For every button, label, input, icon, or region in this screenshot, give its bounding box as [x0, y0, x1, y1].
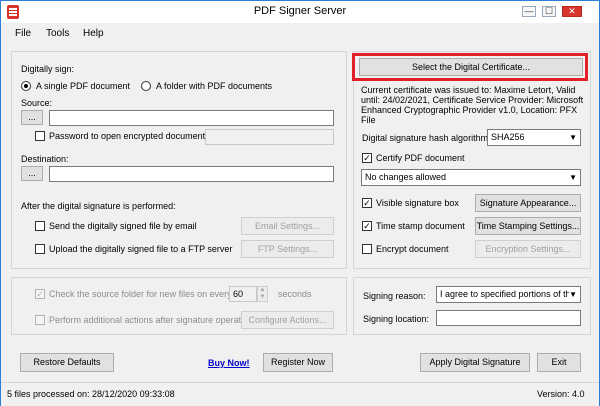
- status-text: 5 files processed on: 28/12/2020 09:33:0…: [7, 389, 175, 399]
- additional-actions-checkbox[interactable]: [35, 315, 45, 325]
- menu-help[interactable]: Help: [83, 28, 104, 39]
- email-label: Send the digitally signed file by email: [49, 221, 197, 231]
- email-settings-button[interactable]: Email Settings...: [241, 217, 334, 235]
- destination-input[interactable]: [49, 166, 334, 182]
- select-certificate-button[interactable]: Select the Digital Certificate...: [359, 58, 583, 76]
- check-folder-checkbox[interactable]: ✓: [35, 289, 45, 299]
- menu-tools[interactable]: Tools: [46, 28, 69, 39]
- hash-algorithm-value: SHA256: [491, 132, 525, 142]
- signature-appearance-button[interactable]: Signature Appearance...: [475, 194, 581, 212]
- ftp-label: Upload the digitally signed file to a FT…: [49, 244, 233, 254]
- password-label: Password to open encrypted documents:: [49, 131, 213, 141]
- certify-checkbox[interactable]: ✓: [362, 153, 372, 163]
- signing-reason-value: I agree to specified portions of this: [440, 289, 578, 299]
- app-window: PDF Signer Server — ☐ ✕ File Tools Help …: [0, 0, 600, 406]
- menu-file[interactable]: File: [15, 28, 31, 39]
- chevron-down-icon: ▼: [569, 173, 577, 182]
- interval-spinner[interactable]: ▲ ▼: [257, 286, 268, 302]
- source-browse-button[interactable]: ...: [21, 110, 43, 125]
- ftp-settings-button[interactable]: FTP Settings...: [241, 240, 334, 258]
- ftp-checkbox[interactable]: [35, 244, 45, 254]
- timestamp-label: Time stamp document: [376, 221, 465, 231]
- apply-digital-signature-button[interactable]: Apply Digital Signature: [420, 353, 530, 372]
- seconds-label: seconds: [278, 289, 312, 299]
- signing-reason-select[interactable]: I agree to specified portions of this ▼: [436, 286, 581, 303]
- source-input[interactable]: [49, 110, 334, 126]
- check-folder-label: Check the source folder for new files on…: [49, 289, 232, 299]
- encryption-settings-button[interactable]: Encryption Settings...: [475, 240, 581, 258]
- email-checkbox[interactable]: [35, 221, 45, 231]
- single-document-radio[interactable]: [21, 81, 31, 91]
- visible-signature-label: Visible signature box: [376, 198, 459, 208]
- exit-button[interactable]: Exit: [537, 353, 581, 372]
- source-label: Source:: [21, 98, 53, 108]
- timestamp-settings-button[interactable]: Time Stamping Settings...: [475, 217, 581, 235]
- chevron-down-icon: ▼: [569, 133, 577, 142]
- folder-radio[interactable]: [141, 81, 151, 91]
- interval-input[interactable]: 60: [229, 286, 257, 302]
- chevron-down-icon: ▼: [569, 290, 577, 299]
- configure-actions-button[interactable]: Configure Actions...: [241, 311, 334, 329]
- register-now-button[interactable]: Register Now: [263, 353, 333, 372]
- after-signature-heading: After the digital signature is performed…: [21, 201, 176, 211]
- close-button[interactable]: ✕: [562, 6, 582, 17]
- restore-defaults-button[interactable]: Restore Defaults: [20, 353, 114, 372]
- digitally-sign-heading: Digitally sign:: [21, 64, 75, 74]
- password-checkbox[interactable]: [35, 131, 45, 141]
- visible-signature-checkbox[interactable]: ✓: [362, 198, 372, 208]
- certify-label: Certify PDF document: [376, 153, 465, 163]
- destination-label: Destination:: [21, 154, 69, 164]
- changes-allowed-value: No changes allowed: [365, 172, 447, 182]
- encrypt-label: Encrypt document: [376, 244, 449, 254]
- title-bar[interactable]: PDF Signer Server — ☐ ✕: [1, 1, 599, 23]
- signing-location-input[interactable]: [436, 310, 581, 326]
- single-document-label: A single PDF document: [36, 81, 131, 91]
- buy-now-link[interactable]: Buy Now!: [208, 358, 250, 368]
- minimize-button[interactable]: —: [522, 6, 536, 17]
- timestamp-checkbox[interactable]: ✓: [362, 221, 372, 231]
- hash-algorithm-label: Digital signature hash algorithm:: [362, 133, 491, 143]
- password-input[interactable]: [205, 129, 334, 145]
- additional-actions-label: Perform additional actions after signatu…: [49, 315, 254, 325]
- folder-label: A folder with PDF documents: [156, 81, 273, 91]
- hash-algorithm-select[interactable]: SHA256 ▼: [487, 129, 581, 146]
- status-bar: 5 files processed on: 28/12/2020 09:33:0…: [1, 382, 599, 406]
- window-title: PDF Signer Server: [253, 5, 347, 17]
- maximize-button[interactable]: ☐: [542, 6, 556, 17]
- version-text: Version: 4.0: [537, 389, 585, 399]
- signing-reason-label: Signing reason:: [363, 291, 426, 301]
- destination-browse-button[interactable]: ...: [21, 166, 43, 181]
- encrypt-checkbox[interactable]: [362, 244, 372, 254]
- menu-bar: File Tools Help: [1, 23, 599, 43]
- certificate-info: Current certificate was issued to: Maxim…: [361, 85, 584, 125]
- signing-location-label: Signing location:: [363, 314, 430, 324]
- changes-allowed-select[interactable]: No changes allowed ▼: [361, 169, 581, 186]
